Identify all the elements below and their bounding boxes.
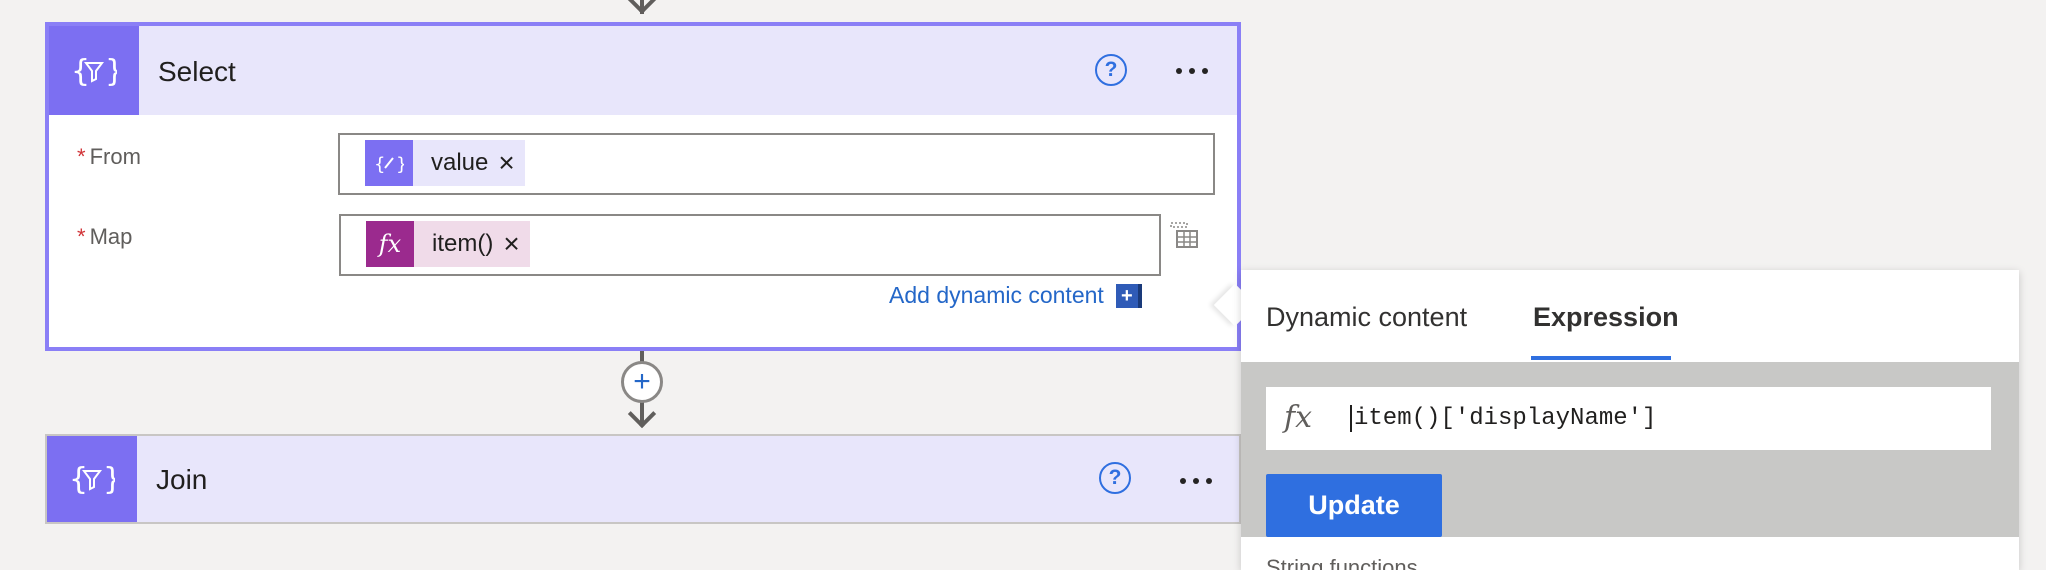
update-button[interactable]: Update <box>1266 474 1442 537</box>
card-title: Select <box>158 56 236 87</box>
map-token[interactable]: fx item() × <box>366 221 530 267</box>
select-card-header[interactable]: { } Select ? <box>49 26 1237 115</box>
svg-text:}: } <box>396 154 404 175</box>
help-icon[interactable]: ? <box>1095 54 1127 86</box>
select-action-card[interactable]: { } Select ? *From { } value × *Map <box>45 22 1241 351</box>
map-token-label: item() <box>432 230 494 257</box>
more-options-icon[interactable] <box>1180 478 1212 484</box>
fx-icon: fx <box>1284 400 1313 435</box>
expression-input[interactable]: fx item()['displayName'] <box>1266 387 1991 450</box>
svg-text:}: } <box>105 54 117 89</box>
add-step-button[interactable]: + <box>621 361 663 403</box>
data-operation-icon: { } <box>49 26 139 115</box>
help-icon[interactable]: ? <box>1099 462 1131 494</box>
dynamic-content-panel: Dynamic content Expression fx item()['di… <box>1241 270 2019 570</box>
from-token-label: value <box>431 149 489 176</box>
svg-text:}: } <box>103 462 115 497</box>
add-dynamic-content-link[interactable]: Add dynamic content + <box>889 282 1142 309</box>
fx-icon: fx <box>366 221 414 267</box>
join-card-header[interactable]: { } Join ? <box>47 436 1239 522</box>
expression-area: fx item()['displayName'] Update <box>1241 362 2019 537</box>
remove-token-icon[interactable]: × <box>503 230 529 258</box>
tab-expression[interactable]: Expression <box>1533 302 1679 333</box>
connector-top-arrow-icon <box>627 0 657 15</box>
plus-icon: + <box>1115 283 1142 308</box>
tab-dynamic-content[interactable]: Dynamic content <box>1266 302 1467 333</box>
table-icon[interactable] <box>1169 221 1199 251</box>
svg-text:{: { <box>71 54 90 89</box>
curly-braces-pencil-icon: { } <box>365 140 413 186</box>
from-token[interactable]: { } value × <box>365 140 525 186</box>
function-category-heading: String functions <box>1266 555 1418 570</box>
map-label: * Map <box>77 224 132 250</box>
from-label: * From <box>77 144 141 170</box>
card-title: Join <box>156 464 208 495</box>
required-marker: * <box>77 144 86 169</box>
data-operation-icon: { } <box>47 436 137 522</box>
required-marker: * <box>77 224 86 249</box>
svg-text:{: { <box>374 154 385 175</box>
active-tab-indicator <box>1531 356 1671 360</box>
from-input[interactable]: { } value × <box>338 133 1215 195</box>
expression-text: item()['displayName'] <box>1350 405 1656 432</box>
remove-token-icon[interactable]: × <box>498 149 524 177</box>
connector-middle-arrow-icon <box>627 399 657 429</box>
add-dynamic-content-label: Add dynamic content <box>889 282 1104 308</box>
map-label-text: Map <box>89 224 133 249</box>
svg-text:{: { <box>69 462 88 497</box>
map-input[interactable]: fx item() × <box>339 214 1161 276</box>
from-label-text: From <box>89 144 141 169</box>
join-action-card[interactable]: { } Join ? <box>45 434 1241 524</box>
more-options-icon[interactable] <box>1176 68 1208 74</box>
